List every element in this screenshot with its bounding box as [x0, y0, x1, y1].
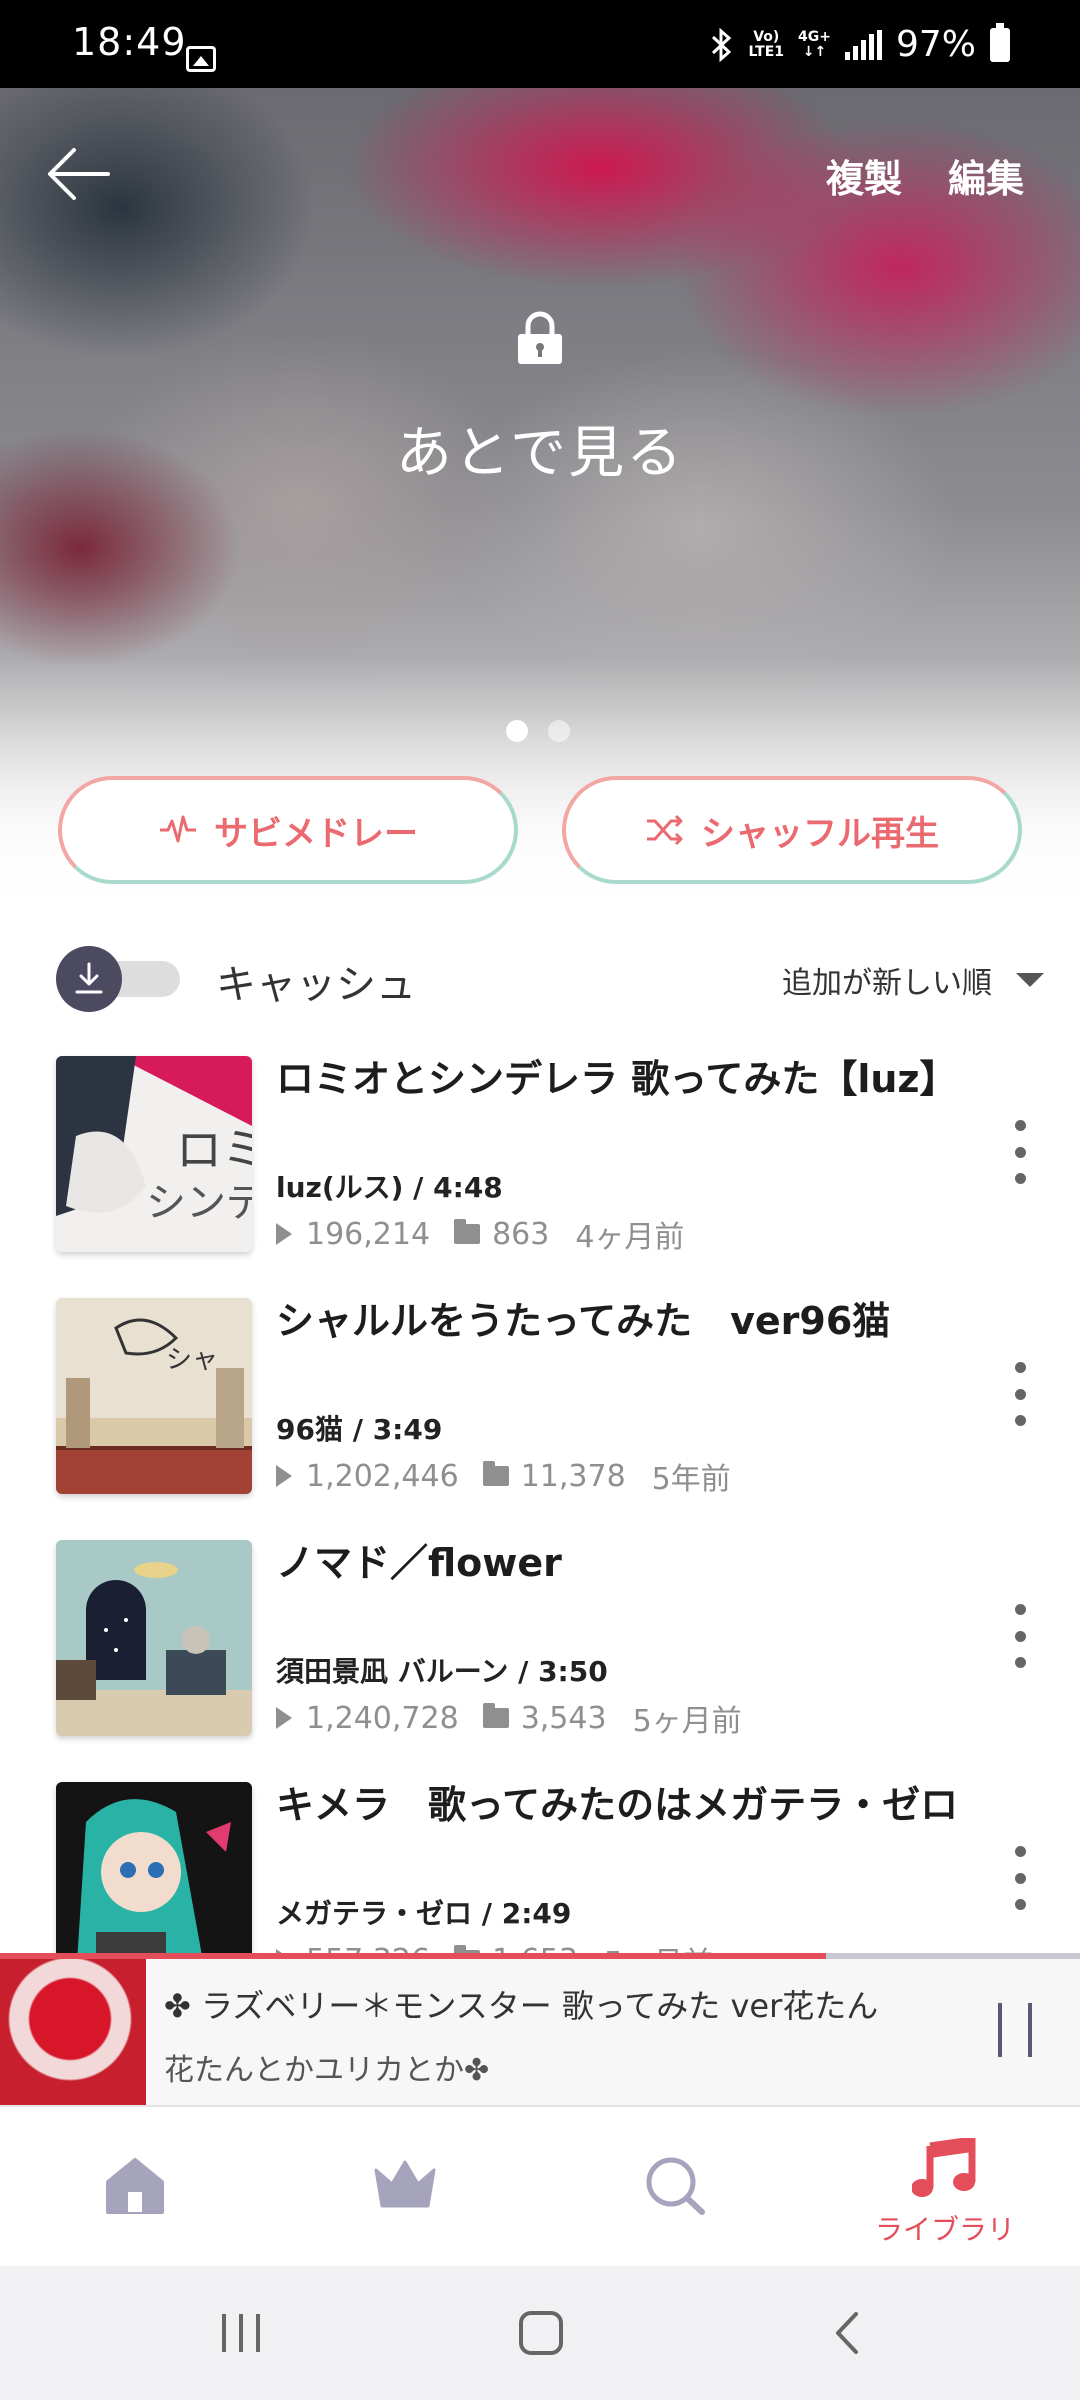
status-bar: 18:49 Vo) LTE1 4G+ ↓↑ 97% — [0, 0, 1080, 88]
track-title: ロミオとシンデレラ 歌ってみた【luz】 — [276, 1057, 958, 1101]
svg-text:ロミ: ロミ — [176, 1123, 252, 1177]
now-playing-thumbnail — [0, 1959, 146, 2105]
posted-ago: 4ヶ月前 — [575, 1220, 685, 1255]
crown-icon — [374, 2160, 436, 2208]
now-playing-artist: 花たんとかユリカとか✤ — [164, 2053, 490, 2088]
play-count: 1,202,446 — [306, 1458, 459, 1494]
nav-library-label: ライブラリ — [874, 2213, 1015, 2246]
mylist-icon — [454, 1219, 481, 1244]
track-meta: luz(ルス) / 4:48 — [276, 1171, 503, 1204]
mylist-count: 3,543 — [520, 1700, 607, 1736]
gallery-notification-icon — [186, 46, 216, 72]
track-title: キメラ 歌ってみたのはメガテラ・ゼロ — [276, 1783, 959, 1827]
nav-home[interactable] — [0, 2108, 270, 2266]
posted-ago: 5年前 — [651, 1462, 731, 1497]
more-options-icon[interactable] — [1012, 1604, 1028, 1668]
shuffle-label: シャッフル再生 — [701, 813, 939, 854]
volte-indicator: Vo) LTE1 — [748, 28, 785, 60]
playlist-title: あとで見る — [395, 421, 685, 486]
cache-toggle-knob[interactable] — [56, 946, 122, 1012]
bluetooth-icon — [711, 27, 731, 62]
edit-button[interactable]: 編集 — [948, 148, 1024, 203]
shuffle-icon — [647, 814, 683, 846]
pager-dot-2[interactable] — [548, 720, 570, 742]
play-count: 1,240,728 — [306, 1700, 459, 1736]
play-count-icon — [276, 1465, 292, 1487]
mylist-icon — [482, 1703, 509, 1728]
medley-button[interactable]: サビメドレー — [58, 776, 518, 884]
battery-percent: 97% — [895, 24, 976, 65]
svg-text:シャ: シャ — [166, 1345, 218, 1375]
download-icon — [75, 962, 103, 994]
track-thumbnail: ロミ シンデ — [56, 1056, 252, 1252]
header-pager — [506, 720, 570, 742]
duplicate-button[interactable]: 複製 — [826, 148, 902, 203]
home-icon — [106, 2158, 164, 2214]
waveform-icon — [160, 815, 196, 843]
sort-label: 追加が新しい順 — [782, 966, 992, 1001]
track-meta: 須田景凪 バルーン / 3:50 — [276, 1655, 608, 1688]
list-item[interactable]: シャ シャルルをうたってみた ver96猫 96猫 / 3:49 1,202,4… — [0, 1292, 1080, 1534]
mylist-count: 863 — [492, 1216, 550, 1252]
more-options-icon[interactable] — [1012, 1120, 1028, 1184]
cache-row: キャッシュ 追加が新しい順 — [0, 930, 1080, 1020]
track-meta: 96猫 / 3:49 — [276, 1413, 443, 1446]
mylist-count: 11,378 — [520, 1458, 626, 1494]
shuffle-play-button[interactable]: シャッフル再生 — [562, 776, 1022, 884]
status-icons: Vo) LTE1 4G+ ↓↑ 97% — [709, 22, 1010, 65]
pause-icon[interactable] — [998, 2003, 1032, 2057]
recent-apps-icon[interactable] — [218, 2310, 264, 2356]
system-navigation-bar — [0, 2266, 1080, 2400]
track-thumbnail — [56, 1782, 252, 1956]
battery-icon — [990, 22, 1010, 62]
medley-label: サビメドレー — [214, 813, 418, 854]
play-count-icon — [276, 1707, 292, 1729]
network-type-indicator: 4G+ ↓↑ — [798, 28, 831, 60]
cache-label: キャッシュ — [216, 962, 416, 1008]
track-stats: 196,214 863 4ヶ月前 — [276, 1212, 684, 1256]
home-button-icon[interactable] — [518, 2310, 564, 2356]
posted-ago: 5ヶ月前 — [632, 1704, 742, 1739]
mylist-icon — [482, 1461, 509, 1486]
more-options-icon[interactable] — [1012, 1362, 1028, 1426]
play-count: 196,214 — [306, 1216, 431, 1252]
sort-dropdown[interactable]: 追加が新しい順 — [782, 958, 1044, 1002]
track-stats: 1,240,728 3,543 5ヶ月前 — [276, 1696, 742, 1740]
nav-library[interactable]: ライブラリ — [810, 2108, 1080, 2266]
back-arrow-icon[interactable] — [44, 144, 114, 204]
nav-ranking[interactable] — [270, 2108, 540, 2266]
system-back-icon[interactable] — [826, 2310, 872, 2356]
header-actions: 複製 編集 — [826, 148, 1024, 203]
pager-dot-1[interactable] — [506, 720, 528, 742]
dropdown-caret-icon — [1016, 973, 1044, 987]
now-playing-title: ✤ ラズベリー＊モンスター 歌ってみた ver花たん — [164, 1987, 879, 2025]
list-item[interactable]: ノマド／flower 須田景凪 バルーン / 3:50 1,240,728 3,… — [0, 1534, 1080, 1776]
track-meta: メガテラ・ゼロ / 2:49 — [276, 1897, 572, 1930]
track-list: ロミ シンデ ロミオとシンデレラ 歌ってみた【luz】 luz(ルス) / 4:… — [0, 1050, 1080, 1956]
track-thumbnail: シャ — [56, 1298, 252, 1494]
bottom-navigation: ライブラリ — [0, 2108, 1080, 2266]
track-stats: 1,202,446 11,378 5年前 — [276, 1454, 731, 1498]
track-title: シャルルをうたってみた ver96猫 — [276, 1299, 891, 1343]
lock-icon — [518, 311, 562, 364]
mini-player[interactable]: ✤ ラズベリー＊モンスター 歌ってみた ver花たん 花たんとかユリカとか✤ — [0, 1959, 1080, 2107]
play-count-icon — [276, 1223, 292, 1245]
list-item[interactable]: ロミ シンデ ロミオとシンデレラ 歌ってみた【luz】 luz(ルス) / 4:… — [0, 1050, 1080, 1292]
nav-search[interactable] — [540, 2108, 810, 2266]
track-thumbnail — [56, 1540, 252, 1736]
track-title: ノマド／flower — [276, 1541, 562, 1585]
signal-icon — [844, 29, 882, 60]
status-time: 18:49 — [72, 20, 187, 64]
search-icon — [646, 2157, 705, 2215]
list-item[interactable]: キメラ 歌ってみたのはメガテラ・ゼロ メガテラ・ゼロ / 2:49 557,32… — [0, 1776, 1080, 1956]
svg-text:シンデ: シンデ — [146, 1180, 252, 1226]
music-note-icon — [912, 2138, 976, 2197]
more-options-icon[interactable] — [1012, 1846, 1028, 1910]
